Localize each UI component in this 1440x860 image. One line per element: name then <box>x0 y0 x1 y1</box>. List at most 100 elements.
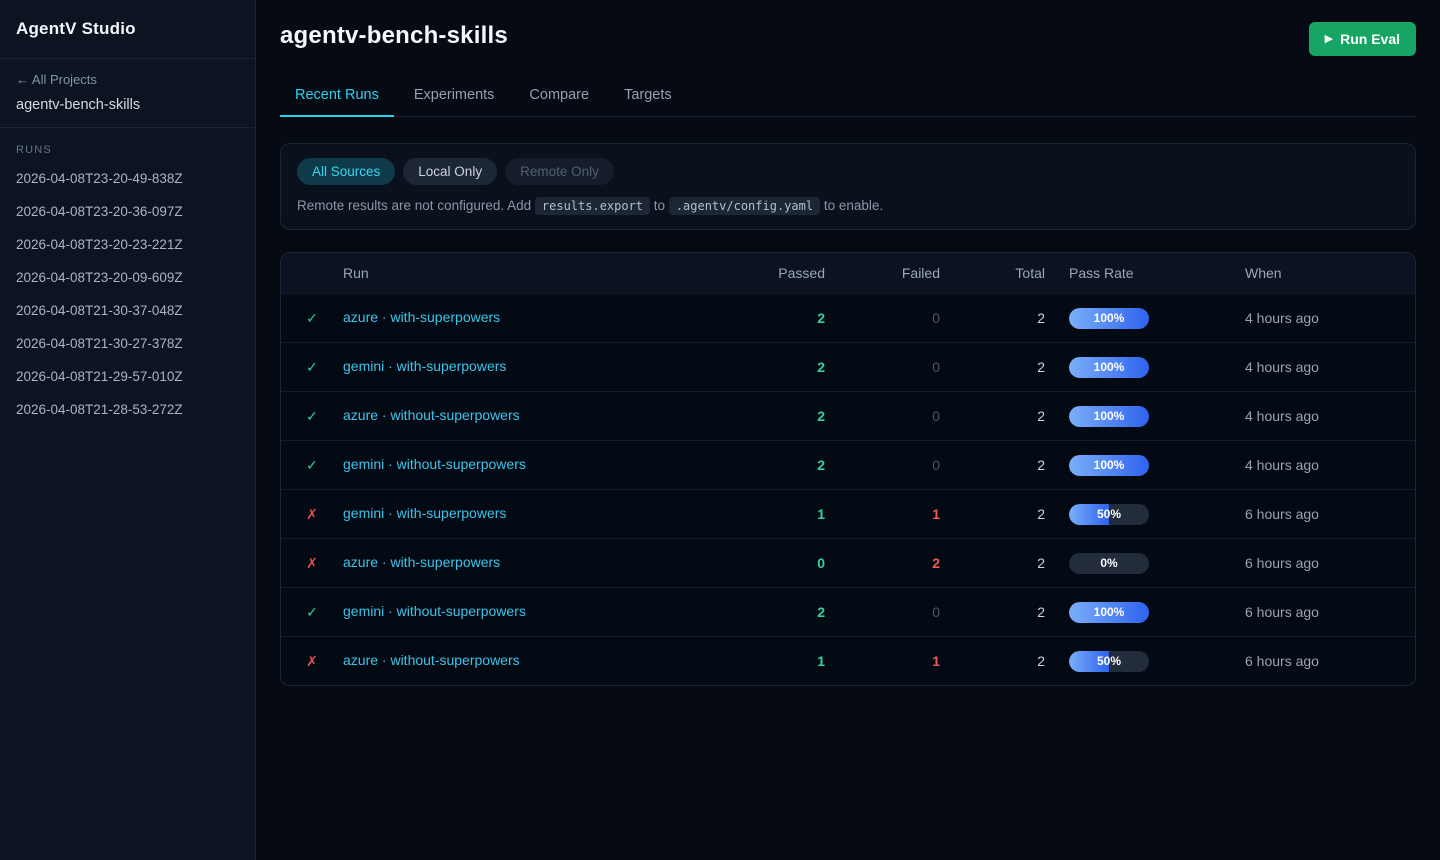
run-timestamp: 6 hours ago <box>1245 604 1415 620</box>
failed-count: 0 <box>825 408 940 424</box>
pass-rate-bar: 100% <box>1069 455 1149 476</box>
tab-experiments[interactable]: Experiments <box>399 78 510 117</box>
tab-compare[interactable]: Compare <box>514 78 604 117</box>
pass-rate-bar: 100% <box>1069 357 1149 378</box>
total-count: 2 <box>940 506 1045 522</box>
run-link[interactable]: gemini · without-superpowers <box>343 603 526 619</box>
tab-targets[interactable]: Targets <box>609 78 687 117</box>
pass-rate-label: 100% <box>1069 602 1149 623</box>
filter-pill-local-only[interactable]: Local Only <box>403 158 497 185</box>
pass-rate-bar: 0% <box>1069 553 1149 574</box>
total-count: 2 <box>940 604 1045 620</box>
table-row[interactable]: ✗ azure · with-superpowers 0 2 2 0% 6 ho… <box>281 538 1415 587</box>
sidebar-run-item[interactable]: 2026-04-08T23-20-09-609Z <box>0 261 255 294</box>
failed-count: 0 <box>825 457 940 473</box>
code-chip-results-export: results.export <box>535 197 650 215</box>
passed-count: 0 <box>760 555 825 571</box>
play-icon: ▶ <box>1325 34 1333 45</box>
run-link[interactable]: azure · with-superpowers <box>343 554 500 570</box>
failed-count: 2 <box>825 555 940 571</box>
run-link[interactable]: azure · without-superpowers <box>343 652 520 668</box>
runs-section-label: RUNS <box>16 144 239 156</box>
status-icon: ✓ <box>281 457 343 474</box>
tab-recent-runs[interactable]: Recent Runs <box>280 78 394 117</box>
run-link[interactable]: azure · with-superpowers <box>343 309 500 325</box>
table-row[interactable]: ✗ azure · without-superpowers 1 1 2 50% … <box>281 636 1415 685</box>
runs-table: Run Passed Failed Total Pass Rate When ✓… <box>280 252 1416 686</box>
code-chip-config-yaml: .agentv/config.yaml <box>669 197 820 215</box>
passed-count: 2 <box>760 457 825 473</box>
table-row[interactable]: ✓ azure · without-superpowers 2 0 2 100%… <box>281 391 1415 440</box>
main-content: agentv-bench-skills ▶ Run Eval Recent Ru… <box>256 0 1440 860</box>
passed-count: 1 <box>760 653 825 669</box>
passed-count: 2 <box>760 604 825 620</box>
status-icon: ✗ <box>281 506 343 523</box>
table-row[interactable]: ✓ gemini · with-superpowers 2 0 2 100% 4… <box>281 342 1415 391</box>
run-timestamp: 4 hours ago <box>1245 310 1415 326</box>
col-header-total: Total <box>940 265 1045 281</box>
pass-rate-label: 100% <box>1069 455 1149 476</box>
failed-count: 0 <box>825 604 940 620</box>
run-timestamp: 6 hours ago <box>1245 555 1415 571</box>
sidebar-project-name: agentv-bench-skills <box>16 97 239 113</box>
pass-rate-bar: 50% <box>1069 651 1149 672</box>
sidebar-run-item[interactable]: 2026-04-08T21-30-37-048Z <box>0 294 255 327</box>
total-count: 2 <box>940 359 1045 375</box>
source-filter-panel: All Sources Local Only Remote Only Remote … <box>280 143 1416 230</box>
table-row[interactable]: ✓ azure · with-superpowers 2 0 2 100% 4 … <box>281 293 1415 342</box>
status-icon: ✗ <box>281 555 343 572</box>
status-icon: ✗ <box>281 653 343 670</box>
source-filter-pills: All Sources Local Only Remote Only <box>297 158 1399 185</box>
pass-rate-bar: 100% <box>1069 602 1149 623</box>
passed-count: 2 <box>760 408 825 424</box>
failed-count: 1 <box>825 653 940 669</box>
run-timestamp: 6 hours ago <box>1245 653 1415 669</box>
sidebar-run-item[interactable]: 2026-04-08T21-29-57-010Z <box>0 360 255 393</box>
runs-list: 2026-04-08T23-20-49-838Z2026-04-08T23-20… <box>0 162 255 426</box>
notice-text: Remote results are not configured. Add <box>297 198 535 213</box>
failed-count: 1 <box>825 506 940 522</box>
failed-count: 0 <box>825 359 940 375</box>
pass-rate-bar: 100% <box>1069 308 1149 329</box>
table-body: ✓ azure · with-superpowers 2 0 2 100% 4 … <box>281 293 1415 685</box>
run-link[interactable]: gemini · with-superpowers <box>343 505 506 521</box>
sidebar-run-item[interactable]: 2026-04-08T21-30-27-378Z <box>0 327 255 360</box>
passed-count: 2 <box>760 359 825 375</box>
pass-rate-label: 0% <box>1069 553 1149 574</box>
pass-rate-label: 100% <box>1069 406 1149 427</box>
tab-bar: Recent RunsExperimentsCompareTargets <box>280 78 1416 117</box>
sidebar-run-item[interactable]: 2026-04-08T21-28-53-272Z <box>0 393 255 426</box>
failed-count: 0 <box>825 310 940 326</box>
main-header: agentv-bench-skills ▶ Run Eval <box>280 22 1416 56</box>
col-header-run: Run <box>343 265 760 281</box>
run-link[interactable]: gemini · with-superpowers <box>343 358 506 374</box>
sidebar-run-item[interactable]: 2026-04-08T23-20-23-221Z <box>0 228 255 261</box>
run-timestamp: 4 hours ago <box>1245 408 1415 424</box>
page-title: agentv-bench-skills <box>280 22 508 50</box>
table-row[interactable]: ✓ gemini · without-superpowers 2 0 2 100… <box>281 440 1415 489</box>
table-row[interactable]: ✓ gemini · without-superpowers 2 0 2 100… <box>281 587 1415 636</box>
total-count: 2 <box>940 653 1045 669</box>
app-title: AgentV Studio <box>0 0 255 59</box>
total-count: 2 <box>940 408 1045 424</box>
status-icon: ✓ <box>281 310 343 327</box>
pass-rate-label: 100% <box>1069 308 1149 329</box>
sidebar-run-item[interactable]: 2026-04-08T23-20-49-838Z <box>0 162 255 195</box>
sidebar: AgentV Studio ← All Projects agentv-benc… <box>0 0 256 860</box>
all-projects-link[interactable]: ← All Projects <box>16 72 97 87</box>
run-link[interactable]: azure · without-superpowers <box>343 407 520 423</box>
total-count: 2 <box>940 457 1045 473</box>
filter-pill-remote-only[interactable]: Remote Only <box>505 158 614 185</box>
notice-text: to enable. <box>820 198 883 213</box>
status-icon: ✓ <box>281 359 343 376</box>
run-link[interactable]: gemini · without-superpowers <box>343 456 526 472</box>
pass-rate-label: 50% <box>1069 504 1149 525</box>
sidebar-run-item[interactable]: 2026-04-08T23-20-36-097Z <box>0 195 255 228</box>
col-header-failed: Failed <box>825 265 940 281</box>
filter-pill-all-sources[interactable]: All Sources <box>297 158 395 185</box>
run-eval-button[interactable]: ▶ Run Eval <box>1309 22 1416 56</box>
project-section: ← All Projects agentv-bench-skills <box>0 59 255 128</box>
table-header-row: Run Passed Failed Total Pass Rate When <box>281 253 1415 293</box>
table-row[interactable]: ✗ gemini · with-superpowers 1 1 2 50% 6 … <box>281 489 1415 538</box>
total-count: 2 <box>940 555 1045 571</box>
